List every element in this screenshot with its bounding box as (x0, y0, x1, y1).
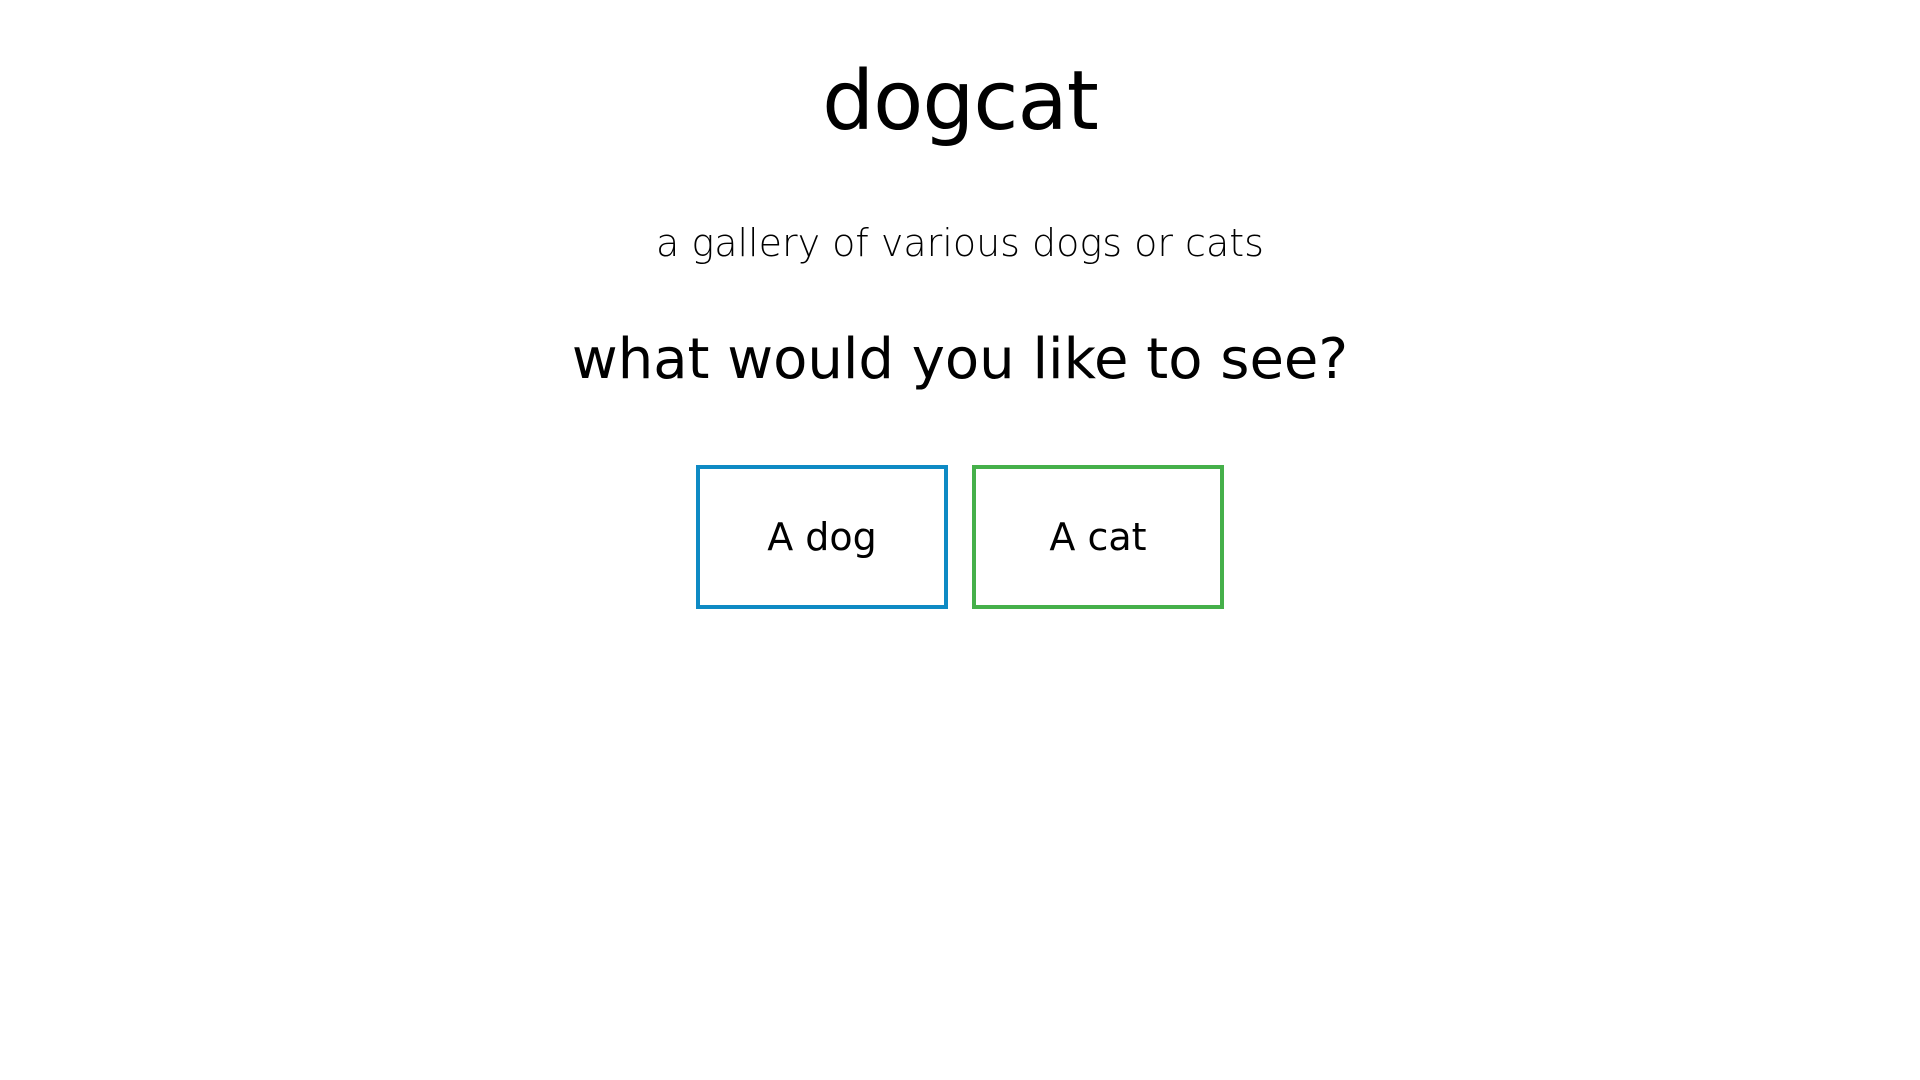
site-title: dogcat (822, 54, 1099, 149)
prompt-heading: what would you like to see? (571, 327, 1349, 392)
site-subtitle: a gallery of various dogs or cats (656, 221, 1264, 265)
page: dogcat a gallery of various dogs or cats… (0, 0, 1920, 1080)
cat-button[interactable]: A cat (972, 465, 1224, 609)
choice-buttons: A dog A cat (0, 465, 1920, 609)
dog-button[interactable]: A dog (696, 465, 948, 609)
